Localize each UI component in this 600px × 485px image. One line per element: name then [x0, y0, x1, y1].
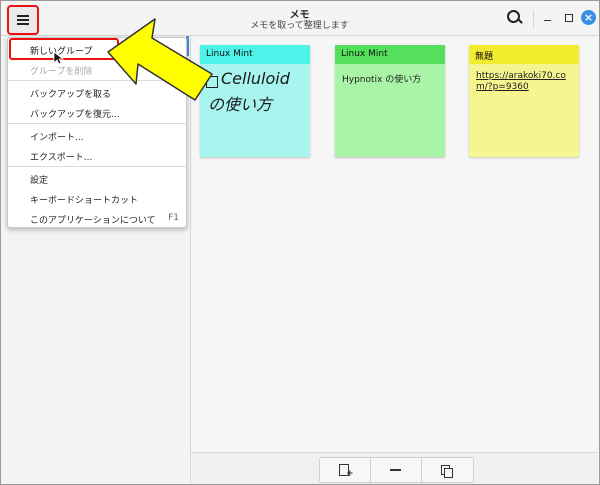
note-text: Hypnotix の使い方	[342, 75, 422, 85]
note-link[interactable]: https://arakoki70.com/?p=9360	[476, 71, 570, 93]
menu-item-export[interactable]: エクスポート...	[8, 145, 186, 165]
note-body[interactable]: https://arakoki70.com/?p=9360	[469, 64, 579, 157]
header-bar: メモ メモを取って整理します ×	[1, 1, 598, 36]
note-card[interactable]: 無題 https://arakoki70.com/?p=9360	[469, 45, 579, 157]
maximize-button[interactable]	[563, 12, 575, 24]
mouse-cursor-icon	[53, 51, 65, 65]
menu-divider	[8, 166, 186, 167]
menu-item-import[interactable]: インポート...	[8, 125, 186, 145]
note-card[interactable]: Linux Mint Hypnotix の使い方	[335, 45, 445, 157]
duplicate-note-button[interactable]	[422, 458, 472, 482]
pointer-arrow-icon	[107, 18, 213, 101]
search-button[interactable]	[503, 7, 525, 29]
minimize-icon	[544, 20, 551, 21]
new-note-button[interactable]	[320, 458, 371, 482]
note-actions-group	[319, 457, 474, 483]
close-button[interactable]: ×	[581, 10, 596, 25]
menu-item-settings[interactable]: 設定	[8, 168, 186, 188]
header-separator	[533, 10, 534, 28]
menu-item-restore[interactable]: バックアップを復元...	[8, 102, 186, 122]
new-note-icon	[339, 464, 354, 479]
close-icon: ×	[583, 11, 594, 24]
menu-item-about[interactable]: このアプリケーションについて F1	[8, 208, 186, 228]
menu-divider	[8, 123, 186, 124]
note-body[interactable]: Hypnotix の使い方	[335, 64, 445, 157]
note-text: Celluloid	[221, 69, 290, 88]
remove-icon	[390, 469, 401, 471]
shortcut-label: F1	[168, 213, 179, 223]
minimize-button[interactable]	[542, 12, 554, 24]
bottom-toolbar	[191, 452, 598, 484]
maximize-icon	[565, 14, 573, 22]
menu-item-shortcuts[interactable]: キーボードショートカット	[8, 188, 186, 208]
note-header: Linux Mint	[335, 45, 445, 64]
remove-note-button[interactable]	[371, 458, 422, 482]
note-header: 無題	[469, 45, 579, 64]
